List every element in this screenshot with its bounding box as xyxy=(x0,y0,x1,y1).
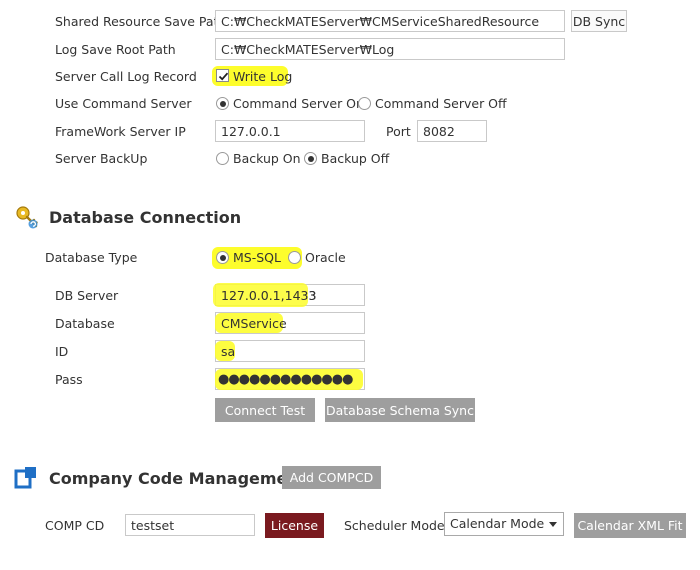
pass-value: ●●●●●●●●●●●●● xyxy=(218,372,353,387)
oracle-label: Oracle xyxy=(305,250,346,265)
port-label: Port xyxy=(386,124,411,139)
id-input[interactable] xyxy=(215,340,365,362)
framework-ip-input[interactable] xyxy=(215,120,365,142)
id-value: sa xyxy=(221,344,236,359)
backup-on-label: Backup On xyxy=(233,151,301,166)
calendar-xml-fit-button[interactable]: Calendar XML Fit xyxy=(574,513,686,538)
comp-cd-input[interactable] xyxy=(125,514,255,536)
port-input[interactable] xyxy=(417,120,487,142)
command-on-label: Command Server On xyxy=(233,96,364,111)
framework-ip-label: FrameWork Server IP xyxy=(55,124,186,139)
database-key-icon xyxy=(16,206,38,229)
company-section-title: Company Code Management xyxy=(49,469,307,488)
pass-label: Pass xyxy=(55,372,83,387)
scheduler-selected-value: Calendar Mode xyxy=(450,516,545,531)
backup-off-radio[interactable] xyxy=(304,152,317,165)
scheduler-label: Scheduler Mode xyxy=(344,518,445,533)
company-icon xyxy=(14,467,36,489)
connect-test-button[interactable]: Connect Test xyxy=(215,398,315,422)
backup-off-label: Backup Off xyxy=(321,151,390,166)
oracle-radio[interactable] xyxy=(288,251,301,264)
command-off-label: Command Server Off xyxy=(375,96,507,111)
command-off-radio[interactable] xyxy=(358,97,371,110)
db-server-value: 127.0.0.1,1433 xyxy=(221,288,317,303)
shared-path-label: Shared Resource Save Path xyxy=(55,14,227,29)
call-log-label: Server Call Log Record xyxy=(55,69,197,84)
log-path-input[interactable] xyxy=(215,38,565,60)
checkmark-icon xyxy=(218,72,229,81)
license-button[interactable]: License xyxy=(265,513,324,538)
write-log-checkbox[interactable] xyxy=(216,69,229,82)
command-on-radio[interactable] xyxy=(216,97,229,110)
backup-label: Server BackUp xyxy=(55,151,148,166)
add-compcd-button[interactable]: Add COMPCD xyxy=(282,466,381,489)
schema-sync-button[interactable]: Database Schema Sync xyxy=(325,398,475,422)
chevron-down-icon xyxy=(549,522,557,527)
log-path-label: Log Save Root Path xyxy=(55,42,176,57)
command-server-label: Use Command Server xyxy=(55,96,192,111)
mssql-label: MS-SQL xyxy=(233,250,281,265)
id-label: ID xyxy=(55,344,69,359)
database-label: Database xyxy=(55,316,115,331)
database-section-title: Database Connection xyxy=(49,208,242,227)
scheduler-select[interactable]: Calendar Mode xyxy=(444,512,564,536)
db-type-label: Database Type xyxy=(45,250,138,265)
db-sync-button[interactable]: DB Sync xyxy=(571,10,627,32)
backup-on-radio[interactable] xyxy=(216,152,229,165)
write-log-label: Write Log xyxy=(233,69,293,84)
database-value: CMService xyxy=(221,316,287,331)
shared-path-input[interactable] xyxy=(215,10,565,32)
comp-cd-label: COMP CD xyxy=(45,518,105,533)
mssql-radio[interactable] xyxy=(216,251,229,264)
db-server-label: DB Server xyxy=(55,288,119,303)
